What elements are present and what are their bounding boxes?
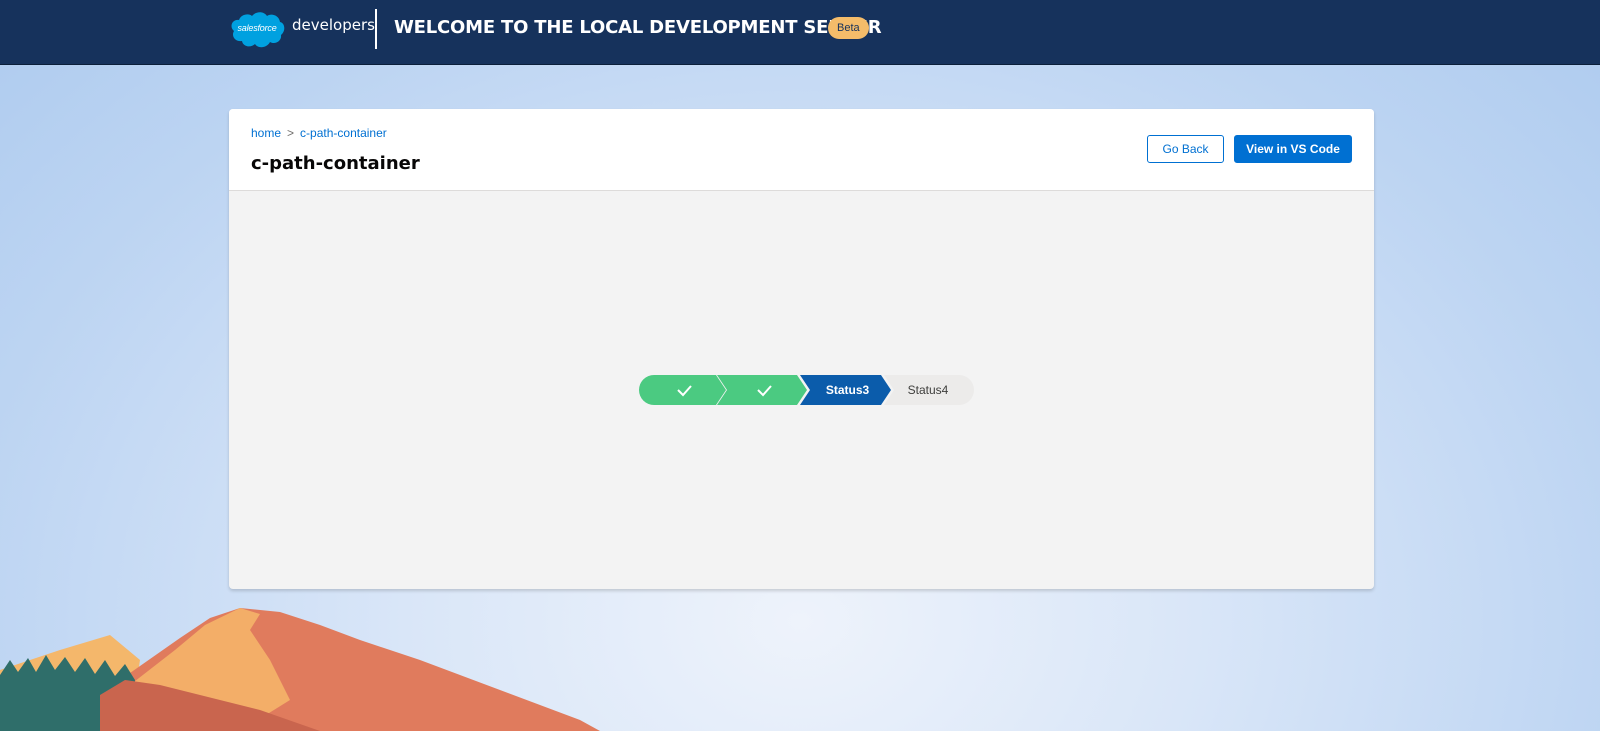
salesforce-cloud-icon: salesforce [228, 10, 286, 50]
top-header: salesforce developers Welcome to the Loc… [0, 0, 1600, 65]
salesforce-developers-logo[interactable]: salesforce developers [228, 10, 375, 50]
breadcrumb-separator: > [287, 126, 295, 140]
path-step-1[interactable] [639, 375, 726, 405]
breadcrumb-current-link[interactable]: c-path-container [300, 126, 387, 140]
go-back-button[interactable]: Go Back [1147, 135, 1224, 163]
header-title: Welcome to the Local Development Server [394, 17, 882, 38]
beta-badge: Beta [828, 17, 869, 39]
path-step-3-label: Status3 [825, 383, 870, 397]
view-in-vscode-button[interactable]: View in VS Code [1234, 135, 1352, 163]
card-header: home > c-path-container c-path-container… [229, 109, 1374, 191]
path-step-2[interactable] [717, 375, 807, 405]
brand-word: developers [292, 16, 375, 34]
logo-text: salesforce [237, 23, 277, 33]
breadcrumb-home-link[interactable]: home [251, 126, 281, 140]
component-preview-card: home > c-path-container c-path-container… [229, 109, 1374, 589]
header-divider [375, 9, 377, 49]
status-path: Status3 Status4 [639, 375, 974, 405]
path-step-4-label: Status4 [907, 383, 949, 397]
breadcrumb: home > c-path-container [251, 126, 387, 140]
page-title: c-path-container [251, 153, 420, 174]
landscape-illustration [0, 600, 620, 731]
